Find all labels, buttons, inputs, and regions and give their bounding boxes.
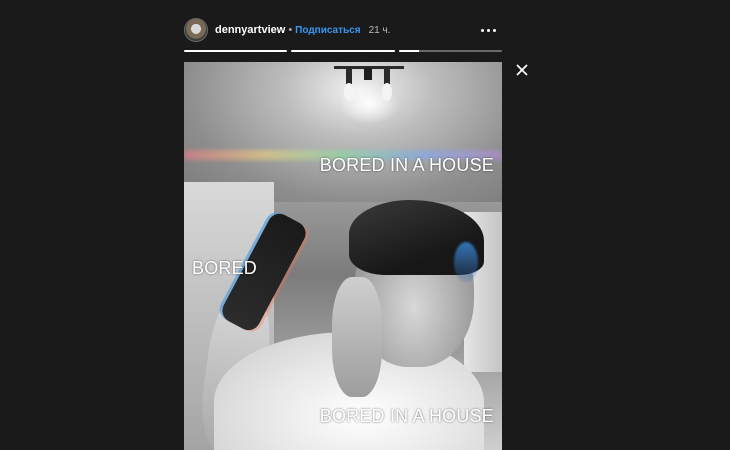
timestamp: 21 ч. [368, 24, 391, 36]
progress-segment [398, 50, 502, 52]
caption-bottom: BORED IN A HOUSE [319, 406, 494, 426]
progress-segment [184, 50, 288, 52]
story-viewer: dennyartview • Подписаться 21 ч. BORED I… [0, 0, 730, 450]
more-dots-icon[interactable] [481, 28, 496, 32]
caption-top: BORED IN A HOUSE [319, 155, 494, 175]
separator-dot: • [288, 24, 293, 36]
chandelier [334, 66, 404, 101]
caption-middle: BORED [192, 258, 258, 278]
story-header: dennyartview • Подписаться 21 ч. [184, 17, 502, 43]
username[interactable]: dennyartview [215, 24, 285, 36]
close-icon[interactable] [514, 62, 530, 78]
follow-button[interactable]: Подписаться [295, 25, 360, 36]
avatar[interactable] [184, 18, 208, 42]
progress-segment [291, 50, 395, 52]
story-progress [184, 50, 502, 53]
story-media[interactable]: BORED IN A HOUSE BORED BORED IN A HOUSE [184, 62, 502, 450]
